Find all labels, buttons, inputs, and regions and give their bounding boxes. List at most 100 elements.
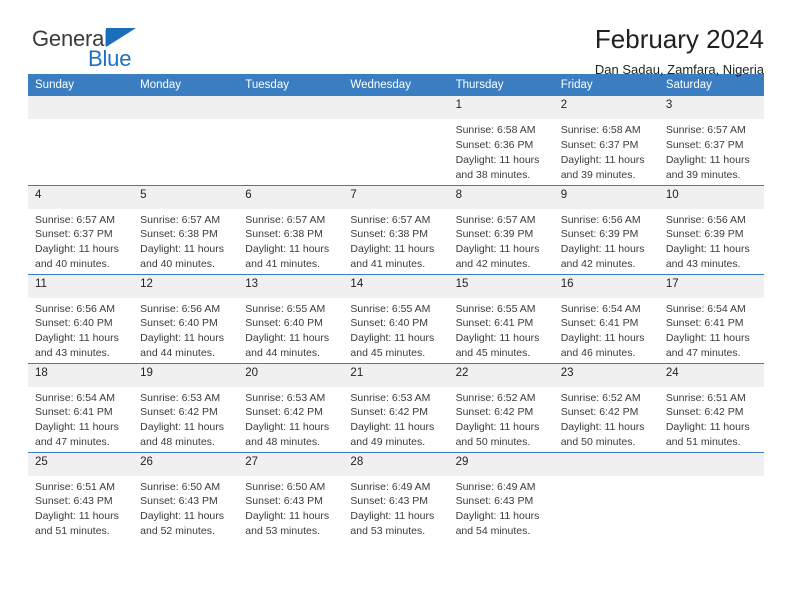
title-block: February 2024 Dan Sadau, Zamfara, Nigeri… <box>595 24 764 77</box>
calendar-day-cell[interactable]: 23 Sunrise: 6:52 AM Sunset: 6:42 PM Dayligh… <box>553 362 659 452</box>
day-number: 27 <box>238 452 344 476</box>
calendar-day-cell[interactable]: 18 Sunrise: 6:54 AM Sunset: 6:41 PM Dayligh… <box>28 362 134 452</box>
day-number: 25 <box>28 452 134 476</box>
day-detail-line: Sunset: 6:41 PM <box>560 317 639 330</box>
day-sun-details: Sunrise: 6:56 AM Sunset: 6:40 PM Daylight:… <box>133 298 238 362</box>
day-detail-line: Daylight: 11 hours <box>350 243 435 256</box>
day-detail-line: Daylight: 11 hours <box>665 421 750 434</box>
calendar-day-cell[interactable]: 21 Sunrise: 6:53 AM Sunset: 6:42 PM Dayligh… <box>343 362 449 452</box>
day-sun-details: Sunrise: 6:57 AM Sunset: 6:37 PM Daylight:… <box>659 119 764 183</box>
day-number: 18 <box>28 363 134 387</box>
day-detail-line: Daylight: 11 hours <box>140 243 224 256</box>
calendar-day-cell[interactable]: 22 Sunrise: 6:52 AM Sunset: 6:42 PM Dayligh… <box>448 362 554 452</box>
day-number: 20 <box>238 363 344 387</box>
day-detail-line: Daylight: 11 hours <box>665 243 750 256</box>
day-detail-line: Sunrise: 6:54 AM <box>35 391 115 404</box>
day-sun-details: Sunrise: 6:57 AM Sunset: 6:37 PM Daylight:… <box>28 209 133 273</box>
day-detail-line: Sunset: 6:38 PM <box>140 228 218 241</box>
day-detail-line: and 53 minutes. <box>245 525 320 538</box>
calendar-day-cell[interactable]: 24 Sunrise: 6:51 AM Sunset: 6:42 PM Dayligh… <box>658 362 764 452</box>
calendar-day-cell[interactable]: 4 Sunrise: 6:57 AM Sunset: 6:37 PM Daylight… <box>28 184 134 274</box>
page-title: February 2024 <box>594 24 764 54</box>
day-detail-line: and 51 minutes. <box>665 436 741 449</box>
calendar-day-cell[interactable]: 10 Sunrise: 6:56 AM Sunset: 6:39 PM Dayligh… <box>658 184 764 274</box>
day-number: 13 <box>238 274 344 298</box>
day-detail-line: Sunrise: 6:57 AM <box>350 213 431 226</box>
calendar-day-cell[interactable]: 26 Sunrise: 6:50 AM Sunset: 6:43 PM Dayligh… <box>133 451 239 541</box>
calendar-day-cell[interactable]: 25 Sunrise: 6:51 AM Sunset: 6:43 PM Dayligh… <box>28 451 134 541</box>
weekday-header-friday: Friday <box>553 74 659 96</box>
day-sun-details: Sunrise: 6:52 AM Sunset: 6:42 PM Daylight:… <box>449 387 554 451</box>
calendar-day-cell[interactable]: 12 Sunrise: 6:56 AM Sunset: 6:40 PM Dayligh… <box>133 273 239 363</box>
day-detail-line: Daylight: 11 hours <box>245 510 330 523</box>
day-detail-line: and 38 minutes. <box>455 168 531 181</box>
weekday-header-thursday: Thursday <box>448 74 554 96</box>
day-detail-line: Daylight: 11 hours <box>455 421 540 434</box>
day-detail-line: Sunset: 6:41 PM <box>455 317 534 330</box>
day-number: 14 <box>343 274 449 298</box>
calendar-day-cell[interactable]: 14 Sunrise: 6:55 AM Sunset: 6:40 PM Dayligh… <box>343 273 449 363</box>
calendar-day-cell[interactable]: 29 Sunrise: 6:49 AM Sunset: 6:43 PM Dayligh… <box>448 451 554 541</box>
weekday-header-tuesday: Tuesday <box>238 74 344 96</box>
day-detail-line: Sunrise: 6:52 AM <box>455 391 536 404</box>
day-detail-line: Sunset: 6:41 PM <box>665 317 744 330</box>
day-detail-line: Sunset: 6:36 PM <box>455 138 534 151</box>
day-detail-line: and 52 minutes. <box>140 525 215 538</box>
day-detail-line: Daylight: 11 hours <box>35 421 119 434</box>
day-detail-line: Sunset: 6:39 PM <box>560 228 639 241</box>
calendar-day-cell[interactable]: 8 Sunrise: 6:57 AM Sunset: 6:39 PM Daylight… <box>448 184 554 274</box>
day-detail-line: Daylight: 11 hours <box>35 332 119 345</box>
day-detail-line: Sunrise: 6:53 AM <box>245 391 326 404</box>
day-detail-line: Daylight: 11 hours <box>455 510 540 523</box>
calendar-day-cell[interactable]: 5 Sunrise: 6:57 AM Sunset: 6:38 PM Daylight… <box>133 184 239 274</box>
calendar-day-cell[interactable]: 15 Sunrise: 6:55 AM Sunset: 6:41 PM Dayligh… <box>448 273 554 363</box>
day-detail-line: Sunrise: 6:56 AM <box>140 302 221 315</box>
day-detail-line: and 53 minutes. <box>350 525 426 538</box>
day-detail-line: Sunrise: 6:57 AM <box>35 213 115 226</box>
day-detail-line: and 42 minutes. <box>560 258 636 271</box>
day-detail-line: Daylight: 11 hours <box>350 421 435 434</box>
weekday-header-saturday: Saturday <box>658 74 764 96</box>
calendar-day-cell[interactable]: 9 Sunrise: 6:56 AM Sunset: 6:39 PM Daylight… <box>553 184 659 274</box>
calendar-day-cell[interactable]: 17 Sunrise: 6:54 AM Sunset: 6:41 PM Dayligh… <box>658 273 764 363</box>
day-detail-line: and 43 minutes. <box>665 258 741 271</box>
calendar-week-row: 18 Sunrise: 6:54 AM Sunset: 6:41 PM Dayligh… <box>28 362 764 452</box>
calendar-day-cell[interactable]: 19 Sunrise: 6:53 AM Sunset: 6:42 PM Dayligh… <box>133 362 239 452</box>
day-sun-details: Sunrise: 6:58 AM Sunset: 6:37 PM Daylight:… <box>554 119 659 183</box>
day-detail-line: and 44 minutes. <box>140 347 215 360</box>
day-detail-line: Sunset: 6:42 PM <box>665 406 744 419</box>
page-header: General Blue February 2024 Dan Sadau, Za… <box>28 0 764 77</box>
general-blue-logo[interactable]: General Blue <box>28 24 208 74</box>
day-detail-line: Sunrise: 6:50 AM <box>245 480 326 493</box>
calendar-day-cell[interactable]: 16 Sunrise: 6:54 AM Sunset: 6:41 PM Dayligh… <box>553 273 659 363</box>
day-detail-line: Sunrise: 6:55 AM <box>350 302 431 315</box>
day-detail-line: and 45 minutes. <box>350 347 426 360</box>
calendar-day-cell[interactable]: 13 Sunrise: 6:55 AM Sunset: 6:40 PM Dayligh… <box>238 273 344 363</box>
day-number: 2 <box>553 96 659 119</box>
day-detail-line: Sunrise: 6:50 AM <box>140 480 221 493</box>
day-detail-line: Sunrise: 6:49 AM <box>350 480 431 493</box>
day-number: 1 <box>448 96 554 119</box>
day-detail-line: Sunrise: 6:58 AM <box>455 124 536 136</box>
calendar-day-cell[interactable]: 2 Sunrise: 6:58 AM Sunset: 6:37 PM Daylight… <box>553 96 659 185</box>
day-detail-line: Sunset: 6:43 PM <box>350 495 429 508</box>
calendar-day-cell[interactable]: 20 Sunrise: 6:53 AM Sunset: 6:42 PM Dayligh… <box>238 362 344 452</box>
day-detail-line: and 40 minutes. <box>35 258 110 271</box>
weekday-header-wednesday: Wednesday <box>343 74 449 96</box>
calendar-day-cell[interactable]: 3 Sunrise: 6:57 AM Sunset: 6:37 PM Daylight… <box>658 96 764 185</box>
weekday-header-sunday: Sunday <box>28 74 134 96</box>
calendar-day-cell[interactable]: 6 Sunrise: 6:57 AM Sunset: 6:38 PM Daylight… <box>238 184 344 274</box>
day-detail-line: Sunset: 6:37 PM <box>665 138 744 151</box>
calendar-day-cell[interactable]: 1 Sunrise: 6:58 AM Sunset: 6:36 PM Daylight… <box>448 96 554 185</box>
day-sun-details: Sunrise: 6:53 AM Sunset: 6:42 PM Daylight:… <box>133 387 238 451</box>
day-sun-details: Sunrise: 6:56 AM Sunset: 6:39 PM Daylight:… <box>659 209 764 273</box>
calendar-day-cell[interactable]: 28 Sunrise: 6:49 AM Sunset: 6:43 PM Dayligh… <box>343 451 449 541</box>
day-detail-line: Sunrise: 6:56 AM <box>560 213 641 226</box>
calendar-day-cell[interactable]: 7 Sunrise: 6:57 AM Sunset: 6:38 PM Daylight… <box>343 184 449 274</box>
day-number: 29 <box>448 452 554 476</box>
calendar-day-cell[interactable]: 11 Sunrise: 6:56 AM Sunset: 6:40 PM Dayligh… <box>28 273 134 363</box>
day-number: 10 <box>658 185 764 209</box>
day-sun-details: Sunrise: 6:53 AM Sunset: 6:42 PM Daylight:… <box>238 387 343 451</box>
calendar-day-cell[interactable]: 27 Sunrise: 6:50 AM Sunset: 6:43 PM Dayligh… <box>238 451 344 541</box>
day-number <box>133 96 239 119</box>
